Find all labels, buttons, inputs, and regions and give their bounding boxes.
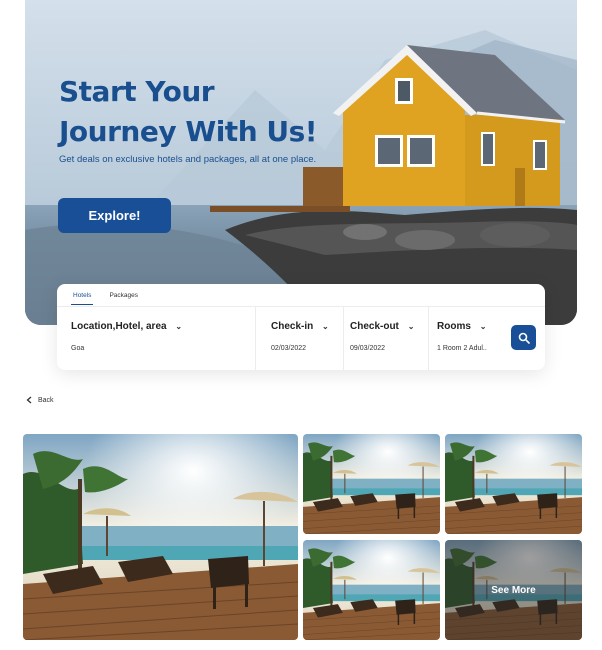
search-button[interactable] xyxy=(511,325,536,350)
location-field[interactable]: Location,Hotel, area ⌄ Goa xyxy=(71,306,255,370)
field-divider xyxy=(343,306,344,370)
back-link[interactable]: Back xyxy=(26,396,54,404)
chevron-down-icon: ⌄ xyxy=(407,322,415,331)
field-divider xyxy=(255,306,256,370)
hero-subtitle: Get deals on exclusive hotels and packag… xyxy=(59,154,317,165)
check-out-value: 09/03/2022 xyxy=(350,345,386,352)
search-card: Hotels Packages Location,Hotel, area ⌄ G… xyxy=(57,284,545,370)
chevron-down-icon: ⌄ xyxy=(175,322,183,331)
gallery-photo[interactable] xyxy=(445,434,582,534)
chevron-down-icon: ⌄ xyxy=(479,322,487,331)
explore-button[interactable]: Explore! xyxy=(58,198,171,233)
check-out-label: Check-out xyxy=(350,321,399,332)
gallery-photo-see-more[interactable]: See More xyxy=(445,540,582,640)
gallery-photo[interactable] xyxy=(303,540,440,640)
field-divider xyxy=(428,306,429,370)
search-tabs: Hotels Packages xyxy=(71,290,140,305)
tab-hotels[interactable]: Hotels xyxy=(71,290,94,305)
search-icon xyxy=(518,332,530,344)
back-label: Back xyxy=(38,396,54,404)
hero-banner: Start Your Journey With Us! Get deals on… xyxy=(25,0,577,325)
see-more-label: See More xyxy=(491,584,536,596)
chevron-left-icon xyxy=(26,396,32,404)
location-value: Goa xyxy=(71,345,85,352)
gallery-photo[interactable] xyxy=(303,434,440,534)
hero-title: Start Your Journey With Us! xyxy=(59,75,318,148)
see-more-button[interactable]: See More xyxy=(445,540,582,640)
check-in-field[interactable]: Check-in ⌄ 02/03/2022 xyxy=(271,306,343,370)
rooms-label: Rooms xyxy=(437,321,471,332)
tab-packages[interactable]: Packages xyxy=(107,290,140,305)
location-label: Location,Hotel, area xyxy=(71,321,167,332)
rooms-field[interactable]: Rooms ⌄ 1 Room 2 Adul.. xyxy=(437,306,503,370)
check-in-value: 02/03/2022 xyxy=(271,345,307,352)
check-out-field[interactable]: Check-out ⌄ 09/03/2022 xyxy=(350,306,428,370)
chevron-down-icon: ⌄ xyxy=(322,322,329,331)
rooms-value: 1 Room 2 Adul.. xyxy=(437,345,487,352)
gallery-photo-main[interactable] xyxy=(23,434,298,640)
check-in-label: Check-in xyxy=(271,321,314,332)
